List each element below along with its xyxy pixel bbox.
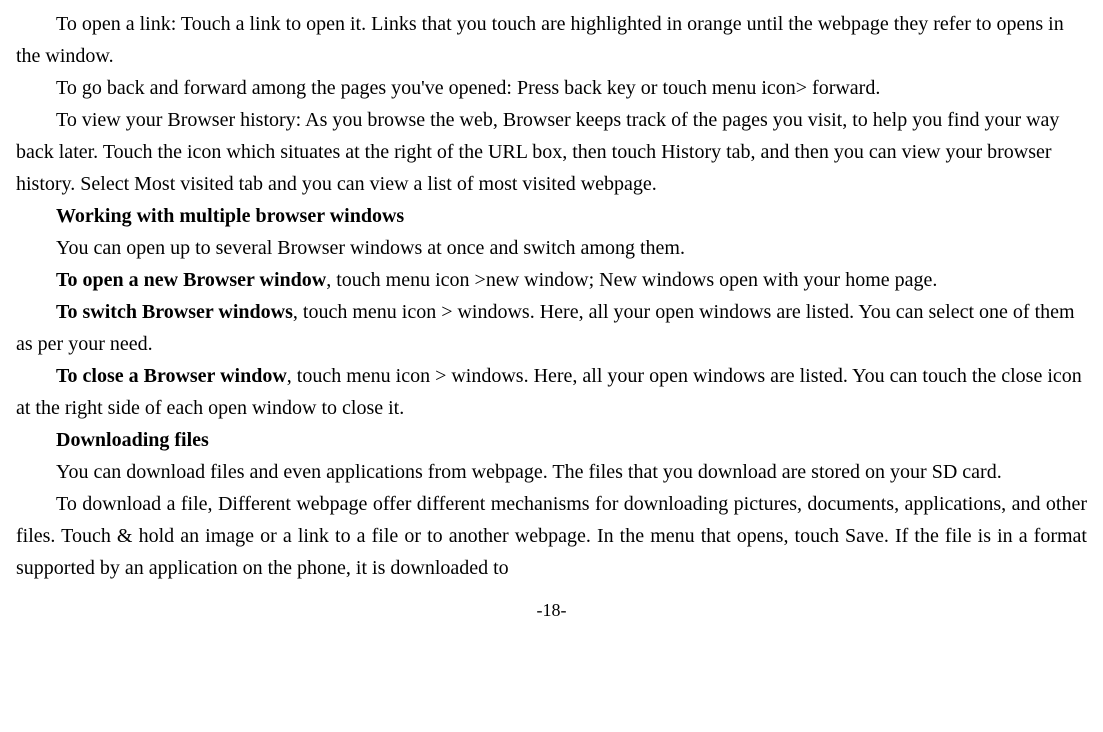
text-open-new-window: , touch menu icon >new window; New windo… <box>326 269 937 291</box>
paragraph-switch-windows: To switch Browser windows, touch menu ic… <box>16 296 1087 360</box>
paragraph-download-file-details: To download a file, Different webpage of… <box>16 488 1087 584</box>
bold-open-new-window: To open a new Browser window <box>56 269 326 291</box>
paragraph-download-files-intro: You can download files and even applicat… <box>16 456 1087 488</box>
heading-downloading-files: Downloading files <box>16 424 1087 456</box>
heading-multiple-windows: Working with multiple browser windows <box>16 200 1087 232</box>
bold-switch-windows: To switch Browser windows <box>56 301 293 323</box>
paragraph-view-history: To view your Browser history: As you bro… <box>16 104 1087 200</box>
paragraph-open-new-window: To open a new Browser window, touch menu… <box>16 264 1087 296</box>
bold-close-window: To close a Browser window <box>56 365 287 387</box>
page-number: -18- <box>16 596 1087 625</box>
paragraph-open-several-windows: You can open up to several Browser windo… <box>16 232 1087 264</box>
paragraph-close-window: To close a Browser window, touch menu ic… <box>16 360 1087 424</box>
paragraph-open-link: To open a link: Touch a link to open it.… <box>16 8 1087 72</box>
paragraph-go-back-forward: To go back and forward among the pages y… <box>16 72 1087 104</box>
